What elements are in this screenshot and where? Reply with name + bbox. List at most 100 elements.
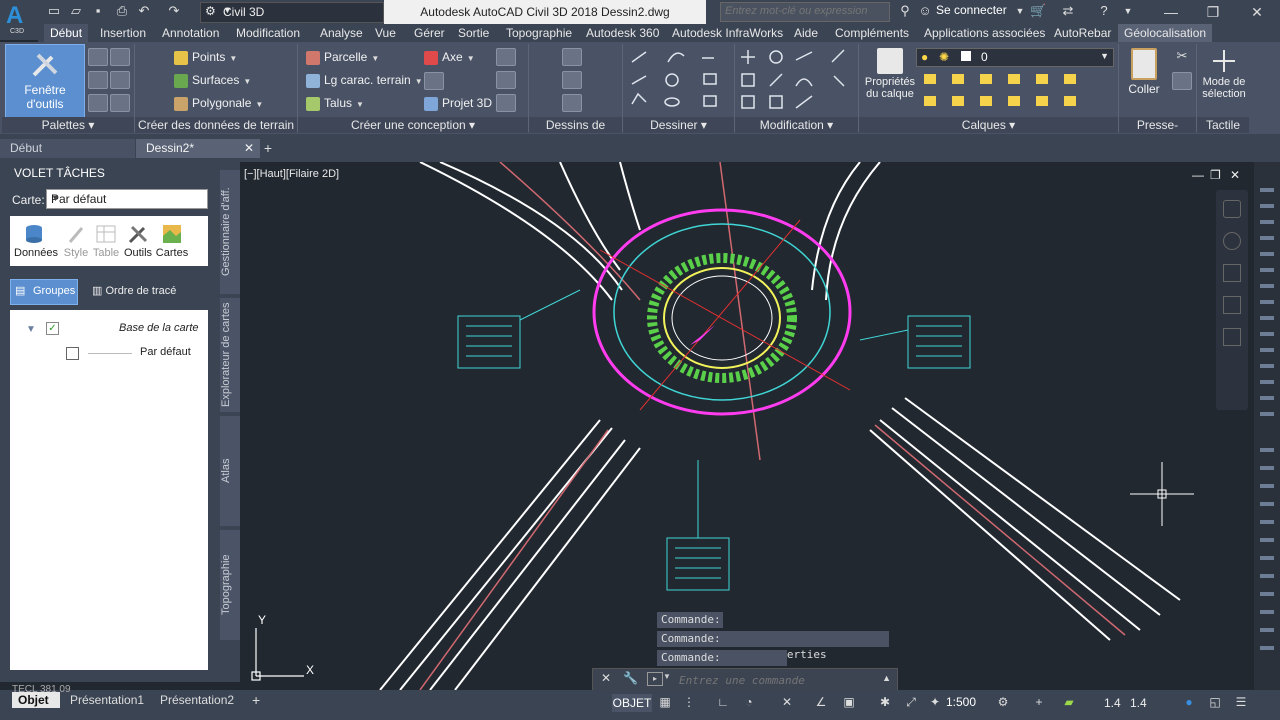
tab-aide[interactable]: Aide xyxy=(788,24,824,42)
profile-icon[interactable] xyxy=(424,72,444,90)
viewport-restore-icon[interactable]: ❐ xyxy=(1210,168,1221,182)
doc-tab-start[interactable]: Début xyxy=(0,139,135,158)
tab-sortie[interactable]: Sortie xyxy=(452,24,495,42)
ortho-icon[interactable]: ∟ xyxy=(714,694,732,710)
chevron-down-icon[interactable]: ▼ xyxy=(1012,3,1028,19)
viewcube-icon[interactable] xyxy=(1223,200,1241,218)
pipe-network-icon[interactable] xyxy=(496,94,516,112)
panel-modification[interactable]: Modification ▾ xyxy=(735,117,858,133)
help-icon[interactable]: ? xyxy=(1096,3,1112,19)
chevron-up-icon[interactable]: ▲ xyxy=(882,673,891,683)
hardware-accel-icon[interactable]: ◱ xyxy=(1206,694,1224,710)
assembly-icon[interactable] xyxy=(496,71,516,89)
layout-tab-presentation1[interactable]: Présentation1 xyxy=(64,692,150,708)
wrench-icon[interactable]: 🔧 xyxy=(623,671,638,685)
doc-tab-drawing[interactable]: Dessin2* ✕ xyxy=(136,139,260,158)
cartes-button[interactable]: Cartes xyxy=(152,224,192,259)
panel-terrain[interactable]: Créer des données de terrain ▾ xyxy=(135,117,297,148)
tab-geolocalisation[interactable]: Géolocalisation xyxy=(1118,24,1213,42)
chevron-down-icon[interactable]: ▼ xyxy=(1120,3,1136,19)
workspace-select[interactable]: ⚙ Civil 3D ▼ xyxy=(200,2,384,23)
tree-root-checkbox[interactable]: ✓ xyxy=(46,322,59,335)
tab-autorebar[interactable]: AutoRebar xyxy=(1048,24,1117,42)
tab-complements[interactable]: Compléments xyxy=(829,24,915,42)
orbit-icon[interactable] xyxy=(1223,328,1241,346)
surfaces-button[interactable]: Surfaces ▼ xyxy=(174,73,251,88)
new-file-icon[interactable]: ▭ xyxy=(46,3,62,19)
panel-dessiner[interactable]: Dessiner ▾ xyxy=(623,117,734,133)
add-layout-button[interactable]: + xyxy=(246,692,266,708)
isolate-icon[interactable]: ● xyxy=(1180,694,1198,710)
restore-icon[interactable]: ❐ xyxy=(1198,2,1228,22)
clean-screen-icon[interactable]: ☰ xyxy=(1232,694,1250,710)
plus-icon[interactable]: + xyxy=(1030,694,1048,710)
drawing-viewport[interactable]: Y X xyxy=(240,162,1254,690)
toolspace-icon[interactable] xyxy=(110,48,130,66)
groups-button[interactable]: ▤ Groupes xyxy=(10,279,78,305)
selection-cycle-icon[interactable]: ✱ xyxy=(876,694,894,710)
parcelle-button[interactable]: Parcelle ▼ xyxy=(306,50,379,65)
calculator-icon[interactable] xyxy=(110,94,130,112)
search-box[interactable] xyxy=(720,2,890,22)
intersection-icon[interactable] xyxy=(496,48,516,66)
chevron-down-icon[interactable]: ▼ xyxy=(663,672,671,681)
polygonale-button[interactable]: Polygonale ▼ xyxy=(174,96,263,111)
right-tools-icons[interactable] xyxy=(1260,176,1274,416)
tool-palettes-button[interactable]: Fenêtre d'outils xyxy=(5,44,85,118)
side-tab-map-explorer[interactable]: Explorateur de cartes xyxy=(220,298,240,412)
layer-palette-icon[interactable] xyxy=(110,71,130,89)
grid-icon[interactable]: ▦ xyxy=(656,694,674,710)
panel-conception[interactable]: Créer une conception ▾ xyxy=(298,117,528,133)
points-button[interactable]: Points ▼ xyxy=(174,50,237,65)
map-select[interactable]: Par défaut ▼ xyxy=(46,189,208,209)
transparency-icon[interactable]: ▣ xyxy=(840,694,858,710)
navigation-bar[interactable] xyxy=(1216,190,1248,410)
gear-icon[interactable]: ⚙ xyxy=(994,694,1012,710)
section-icon[interactable] xyxy=(562,94,582,112)
layer-properties-button[interactable]: Propriétés du calque xyxy=(864,46,916,116)
panel-calques[interactable]: Calques ▾ xyxy=(859,117,1118,133)
data-button[interactable]: Données xyxy=(14,224,58,259)
settings-icon[interactable] xyxy=(88,94,108,112)
open-folder-icon[interactable]: ▱ xyxy=(68,3,84,19)
tab-debut[interactable]: Début xyxy=(44,24,89,42)
exchange-icon[interactable]: ⇄ xyxy=(1060,3,1076,19)
cart-icon[interactable]: 🛒 xyxy=(1030,3,1046,19)
viewport-close-icon[interactable]: ✕ xyxy=(1230,168,1240,182)
workspace-icon[interactable]: ▰ xyxy=(1060,694,1078,710)
feature-line-button[interactable]: Lg carac. terrain ▼ xyxy=(306,73,423,88)
save-icon[interactable]: ▪ xyxy=(90,3,106,19)
gizmo-icon[interactable]: ⤢ xyxy=(902,694,920,710)
side-tab-topographie[interactable]: Topographie xyxy=(220,530,240,640)
annotation-visibility-icon[interactable]: ✦ xyxy=(926,694,944,710)
tab-applications-associees[interactable]: Applications associées xyxy=(918,24,1051,42)
command-line[interactable]: ✕ 🔧 ▸ ▼ ▲ xyxy=(592,668,898,691)
polar-icon[interactable]: ◔ xyxy=(740,694,758,710)
tab-gerer[interactable]: Gérer xyxy=(408,24,451,42)
print-icon[interactable]: ⎙ xyxy=(114,3,130,19)
talus-button[interactable]: Talus ▼ xyxy=(306,96,364,111)
paste-button[interactable]: Coller xyxy=(1124,46,1164,116)
tab-topographie[interactable]: Topographie xyxy=(500,24,578,42)
osnap-icon[interactable]: ✕ xyxy=(778,694,796,710)
profile-view-icon[interactable] xyxy=(562,48,582,66)
expand-icon[interactable]: ▼ xyxy=(26,324,36,335)
panel-tactile[interactable]: Tactile xyxy=(1197,117,1249,133)
tab-insertion[interactable]: Insertion xyxy=(94,24,152,42)
tab-modification[interactable]: Modification xyxy=(230,24,306,42)
annotation-scale[interactable]: 1:500 xyxy=(946,695,976,709)
viewport-controls-label[interactable]: [−][Haut][Filaire 2D] xyxy=(244,168,339,180)
tab-vue[interactable]: Vue xyxy=(369,24,402,42)
search-input[interactable] xyxy=(721,3,889,19)
pan-icon[interactable] xyxy=(1223,264,1241,282)
redo-icon[interactable]: ↷ xyxy=(166,3,182,19)
side-tab-display-manager[interactable]: Gestionnaire d'aff. xyxy=(220,170,240,294)
tab-autodesk-360[interactable]: Autodesk 360 xyxy=(580,24,665,42)
panel-profils[interactable]: Dessins de profils xyxy=(529,117,622,148)
steering-wheel-icon[interactable] xyxy=(1223,232,1241,250)
sign-in-link[interactable]: Se connecter xyxy=(936,3,1007,17)
layout-tab-presentation2[interactable]: Présentation2 xyxy=(154,692,240,708)
right-tools-icons-2[interactable] xyxy=(1260,434,1274,654)
command-input[interactable] xyxy=(677,671,881,689)
zoom-icon[interactable] xyxy=(1223,296,1241,314)
